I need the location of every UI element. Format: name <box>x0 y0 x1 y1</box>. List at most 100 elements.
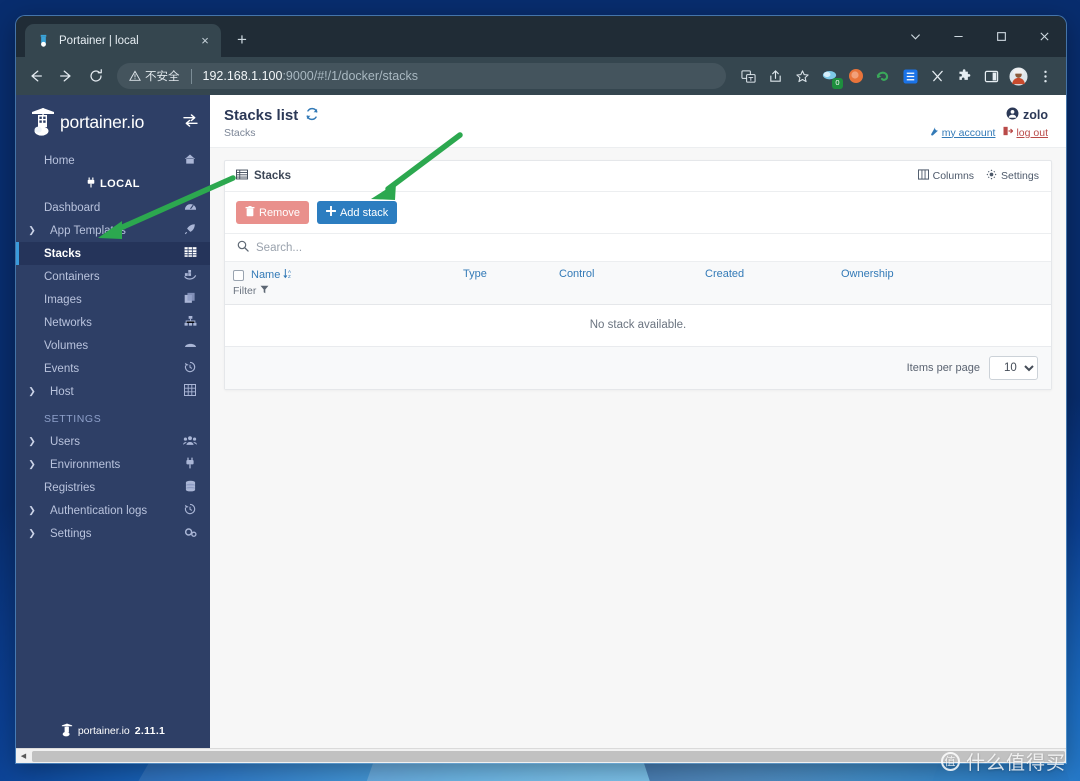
filter-control[interactable]: Filter <box>233 285 269 297</box>
settings-gear-icon <box>986 169 997 183</box>
sidebar-item-users[interactable]: ❯ Users <box>16 430 210 453</box>
log-out-label: log out <box>1016 126 1048 139</box>
sidebar-item-home[interactable]: Home <box>16 149 210 172</box>
stacks-table-head: Name AZ Filter Type Control Created Owne… <box>225 262 1051 305</box>
minimize-button[interactable] <box>937 16 980 57</box>
sidebar-item-containers[interactable]: Containers <box>16 265 210 288</box>
cloud-sync-icon[interactable]: 0 <box>816 63 843 89</box>
sidebar-item-images[interactable]: Images <box>16 288 210 311</box>
toolbar-icon-group: 0 <box>735 63 1058 89</box>
chevron-right-icon[interactable]: ❯ <box>26 505 38 516</box>
empty-message: No stack available. <box>225 304 1051 347</box>
remove-button[interactable]: Remove <box>236 201 309 224</box>
switch-environment-icon[interactable] <box>183 114 198 130</box>
url-path: :9000/#!/1/docker/stacks <box>282 69 418 83</box>
select-all-checkbox[interactable] <box>233 269 244 281</box>
column-header-ownership[interactable]: Ownership <box>833 262 1051 305</box>
sidebar-item-host[interactable]: ❯ Host <box>16 380 210 403</box>
wrench-icon <box>929 126 939 139</box>
portainer-favicon <box>36 33 51 48</box>
horizontal-scrollbar[interactable]: ◀ <box>16 748 1066 763</box>
back-button[interactable] <box>22 62 50 90</box>
new-tab-button[interactable]: + <box>228 26 256 54</box>
scroll-left-arrow-icon[interactable]: ◀ <box>16 749 31 764</box>
profile-avatar-icon[interactable] <box>1005 63 1031 89</box>
sort-by-ownership[interactable]: Ownership <box>841 268 894 280</box>
logout-icon <box>1003 126 1014 139</box>
user-name: zolo <box>1023 108 1048 122</box>
maximize-button[interactable] <box>980 16 1023 57</box>
forward-button[interactable] <box>52 62 80 90</box>
volumes-icon <box>182 339 198 352</box>
page-header-left: Stacks list Stacks <box>224 107 319 139</box>
log-out-link[interactable]: log out <box>1003 126 1048 139</box>
sidebar-item-dashboard[interactable]: Dashboard <box>16 196 210 219</box>
sidebar-brand[interactable]: portainer.io <box>16 95 210 143</box>
containers-icon <box>182 269 198 284</box>
bookmark-star-icon[interactable] <box>789 63 815 89</box>
columns-button[interactable]: Columns <box>917 169 974 183</box>
chevron-right-icon[interactable]: ❯ <box>26 436 38 447</box>
chevron-right-icon[interactable]: ❯ <box>26 225 38 236</box>
stacks-icon <box>236 169 248 183</box>
plug-icon <box>86 177 96 191</box>
sidebar-item-app-templates[interactable]: ❯ App Templates <box>16 219 210 242</box>
sidebar-item-networks[interactable]: Networks <box>16 311 210 334</box>
sidebar-item-label: Settings <box>50 527 92 540</box>
translate-icon[interactable] <box>735 63 761 89</box>
reload-button[interactable] <box>82 62 110 90</box>
search-input[interactable]: Search... <box>256 242 302 254</box>
color-dot-icon[interactable] <box>843 63 869 89</box>
chevron-right-icon[interactable]: ❯ <box>26 528 38 539</box>
sidebar-item-label: Images <box>44 293 82 306</box>
scissors-icon[interactable] <box>924 63 950 89</box>
table-header-row: Name AZ Filter Type Control Created Owne… <box>225 262 1051 305</box>
address-bar[interactable]: 不安全 192.168.1.100:9000/#!/1/docker/stack… <box>117 63 726 89</box>
sidebar-item-stacks[interactable]: Stacks <box>16 242 210 265</box>
chrome-menu-icon[interactable] <box>1032 63 1058 89</box>
sidebar-item-events[interactable]: Events <box>16 357 210 380</box>
sidebar-item-settings[interactable]: ❯ Settings <box>16 522 210 545</box>
scrollbar-thumb[interactable] <box>32 750 1065 762</box>
sort-by-name[interactable]: Name AZ <box>251 268 292 282</box>
chevron-right-icon[interactable]: ❯ <box>26 459 38 470</box>
sidebar-item-environments[interactable]: ❯ Environments <box>16 453 210 476</box>
sidebar-brand-name: portainer.io <box>60 111 145 132</box>
items-per-page-select[interactable]: 10 <box>989 356 1038 380</box>
sidebar-item-registries[interactable]: Registries <box>16 476 210 499</box>
sort-by-created[interactable]: Created <box>705 268 744 280</box>
url-host: 192.168.1.100 <box>202 69 283 83</box>
sidebar-item-authentication-logs[interactable]: ❯ Authentication logs <box>16 499 210 522</box>
images-icon <box>182 292 198 307</box>
search-icon <box>237 240 249 255</box>
extensions-puzzle-icon[interactable] <box>951 63 977 89</box>
chevron-right-icon[interactable]: ❯ <box>26 386 38 397</box>
sort-by-type[interactable]: Type <box>463 268 487 280</box>
grid-app-icon[interactable] <box>897 63 923 89</box>
column-header-control: Control <box>551 262 697 305</box>
browser-toolbar: 不安全 192.168.1.100:9000/#!/1/docker/stack… <box>16 57 1066 95</box>
sidebar-item-label: App Templates <box>50 224 126 237</box>
share-icon[interactable] <box>762 63 788 89</box>
sidebar-item-volumes[interactable]: Volumes <box>16 334 210 357</box>
refresh-icon[interactable] <box>305 107 319 124</box>
close-window-button[interactable] <box>1023 16 1066 57</box>
my-account-label: my account <box>941 126 996 139</box>
sidebar-panel-icon[interactable] <box>978 63 1004 89</box>
search-row[interactable]: Search... <box>225 234 1051 262</box>
sidebar-item-label: Volumes <box>44 339 89 352</box>
browser-tab[interactable]: Portainer | local × <box>25 24 221 57</box>
tab-search-chevron-down-icon[interactable] <box>894 16 937 57</box>
column-header-created[interactable]: Created <box>697 262 833 305</box>
undo-arrow-icon[interactable] <box>870 63 896 89</box>
column-header-name: Name AZ Filter <box>225 262 455 305</box>
add-stack-button[interactable]: Add stack <box>316 201 398 224</box>
portainer-logo <box>30 107 56 137</box>
stacks-table-body: No stack available. <box>225 304 1051 347</box>
filter-label: Filter <box>233 285 257 297</box>
column-header-type[interactable]: Type <box>455 262 551 305</box>
close-icon[interactable]: × <box>197 33 213 49</box>
my-account-link[interactable]: my account <box>929 126 996 139</box>
settings-button[interactable]: Settings <box>986 169 1039 183</box>
not-secure-indicator[interactable]: 不安全 <box>129 68 180 84</box>
